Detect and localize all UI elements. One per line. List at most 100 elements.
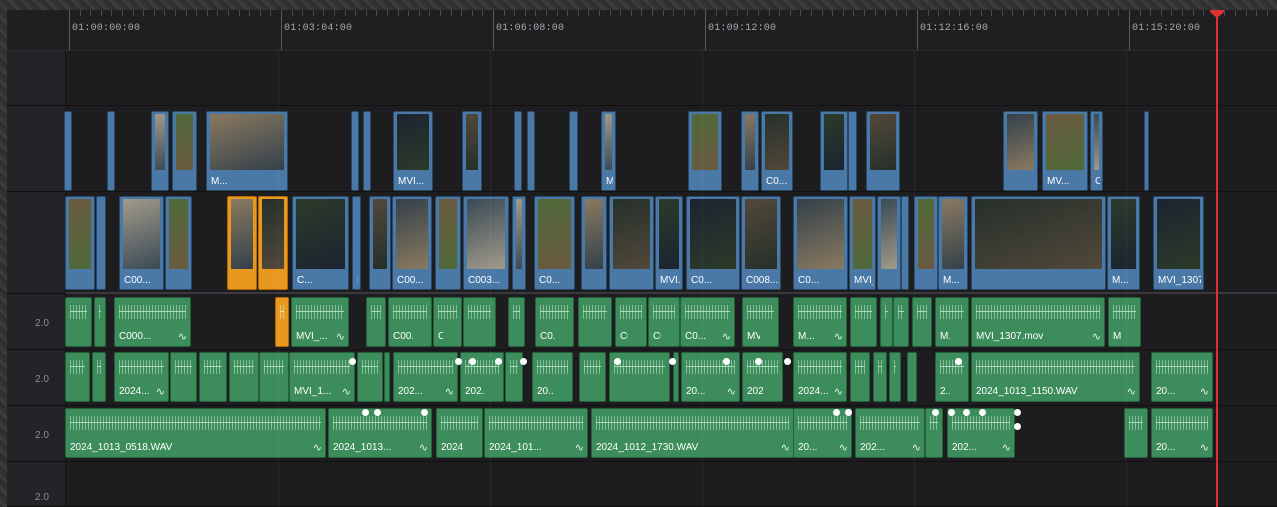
- audio-clip[interactable]: [1124, 408, 1148, 458]
- video-clip[interactable]: [741, 111, 759, 191]
- video-clip[interactable]: M...: [1107, 196, 1140, 290]
- audio-clip[interactable]: MVI_1... ∿: [289, 352, 355, 402]
- track-header-audio-4[interactable]: 2.0: [7, 462, 65, 507]
- track-header-audio-3[interactable]: 2.0: [7, 406, 65, 462]
- audio-clip[interactable]: [889, 352, 901, 402]
- audio-clip[interactable]: 202...: [742, 352, 783, 402]
- volume-keyframe[interactable]: [421, 409, 428, 416]
- video-clip[interactable]: C0...: [761, 111, 793, 191]
- video-clip[interactable]: [609, 196, 654, 290]
- timecode-ruler[interactable]: 01:00:00:00 01:03:04:00 01:06:08:00 01:0…: [7, 10, 1277, 51]
- audio-clip[interactable]: 20... ∿: [793, 408, 852, 458]
- video-clip[interactable]: [512, 196, 526, 290]
- audio-clip[interactable]: [850, 297, 877, 347]
- track-header-video-2[interactable]: [7, 106, 65, 192]
- video-clip[interactable]: MVI...: [655, 196, 683, 290]
- audio-clip[interactable]: [357, 352, 383, 402]
- audio-clip[interactable]: 2024... ∿: [114, 352, 169, 402]
- audio-clip[interactable]: C00...: [388, 297, 432, 347]
- audio-clip[interactable]: [579, 352, 606, 402]
- volume-keyframe[interactable]: [755, 358, 762, 365]
- audio-clip[interactable]: 2024_101... ∿: [484, 408, 588, 458]
- volume-keyframe[interactable]: [845, 409, 852, 416]
- audio-clip[interactable]: [893, 297, 909, 347]
- video-clip[interactable]: MVI...: [393, 111, 433, 191]
- audio-clip[interactable]: 2024_1013... ∿: [328, 408, 432, 458]
- volume-keyframe[interactable]: [955, 358, 962, 365]
- video-clip[interactable]: [107, 111, 115, 191]
- volume-keyframe[interactable]: [1014, 409, 1021, 416]
- video-clip[interactable]: [435, 196, 461, 290]
- video-clip[interactable]: C0...: [793, 196, 848, 290]
- video-clip[interactable]: [96, 196, 106, 290]
- video-clip[interactable]: C0...: [686, 196, 740, 290]
- track-header-video-1[interactable]: [7, 192, 65, 294]
- volume-keyframe[interactable]: [614, 358, 621, 365]
- video-clip[interactable]: [172, 111, 197, 191]
- video-clip[interactable]: [971, 196, 1106, 290]
- audio-clip[interactable]: 20... ∿: [1151, 408, 1213, 458]
- track-header-audio-2[interactable]: 2.0: [7, 350, 65, 406]
- audio-clip[interactable]: [873, 352, 887, 402]
- audio-clip[interactable]: [366, 297, 386, 347]
- audio-clip[interactable]: 2024... ∿: [793, 352, 847, 402]
- audio-clip[interactable]: MVI_1307.mov: [912, 297, 932, 347]
- audio-clip[interactable]: [199, 352, 227, 402]
- video-clip[interactable]: C00...: [392, 196, 432, 290]
- video-clip[interactable]: [877, 196, 901, 290]
- audio-clip[interactable]: [259, 352, 289, 402]
- volume-keyframe[interactable]: [374, 409, 381, 416]
- video-clip[interactable]: [369, 196, 391, 290]
- audio-clip[interactable]: C000... ∿: [114, 297, 191, 347]
- playhead-marker-icon[interactable]: [1210, 10, 1224, 18]
- audio-clip[interactable]: 2024_1012_1730.WAV ∿: [591, 408, 794, 458]
- audio-clip[interactable]: [907, 352, 917, 402]
- audio-clip[interactable]: MVI_1...: [742, 297, 779, 347]
- audio-clip[interactable]: 2024...: [436, 408, 483, 458]
- audio-clip[interactable]: C0...: [648, 297, 680, 347]
- video-clip[interactable]: [227, 196, 257, 290]
- volume-keyframe[interactable]: [833, 409, 840, 416]
- video-clip[interactable]: [363, 111, 371, 191]
- audio-clip[interactable]: [94, 297, 106, 347]
- audio-clip[interactable]: [92, 352, 106, 402]
- volume-keyframe[interactable]: [784, 358, 791, 365]
- volume-keyframe[interactable]: [723, 358, 730, 365]
- volume-keyframe[interactable]: [963, 409, 970, 416]
- playhead[interactable]: [1210, 10, 1224, 507]
- video-clip[interactable]: [688, 111, 722, 191]
- volume-keyframe[interactable]: [979, 409, 986, 416]
- track-header-empty[interactable]: [7, 51, 65, 106]
- volume-keyframe[interactable]: [495, 358, 502, 365]
- audio-clip[interactable]: [170, 352, 197, 402]
- video-clip[interactable]: [151, 111, 169, 191]
- video-clip[interactable]: M...: [352, 196, 361, 290]
- video-clip[interactable]: [569, 111, 578, 191]
- video-clip[interactable]: [914, 196, 938, 290]
- audio-clip[interactable]: C0...: [433, 297, 462, 347]
- video-clip[interactable]: [848, 111, 857, 191]
- audio-clip[interactable]: [384, 352, 390, 402]
- audio-clip[interactable]: 20... ∿: [1151, 352, 1213, 402]
- video-clip[interactable]: [165, 196, 192, 290]
- video-clip[interactable]: M...: [938, 196, 968, 290]
- volume-keyframe[interactable]: [932, 409, 939, 416]
- audio-clip[interactable]: MVI_... ∿: [291, 297, 349, 347]
- audio-clip[interactable]: [850, 352, 870, 402]
- audio-clip[interactable]: M... ∿: [793, 297, 847, 347]
- audio-clip[interactable]: 2024_1013_0518.WAV ∿: [65, 408, 326, 458]
- video-clip[interactable]: [1144, 111, 1149, 191]
- audio-clip[interactable]: M...: [1108, 297, 1141, 347]
- volume-keyframe[interactable]: [520, 358, 527, 365]
- video-clip[interactable]: MVI_1...: [849, 196, 876, 290]
- audio-clip[interactable]: [229, 352, 259, 402]
- audio-clip[interactable]: 202... ∿: [393, 352, 458, 402]
- audio-clip[interactable]: [880, 297, 893, 347]
- audio-clip[interactable]: C0...: [508, 297, 525, 347]
- video-clip[interactable]: [351, 111, 359, 191]
- video-clip[interactable]: [65, 196, 95, 290]
- video-clip[interactable]: MVI_1307.mov: [1153, 196, 1204, 290]
- video-clip[interactable]: [258, 196, 288, 290]
- video-clip[interactable]: C008...: [741, 196, 781, 290]
- video-clip[interactable]: [527, 111, 535, 191]
